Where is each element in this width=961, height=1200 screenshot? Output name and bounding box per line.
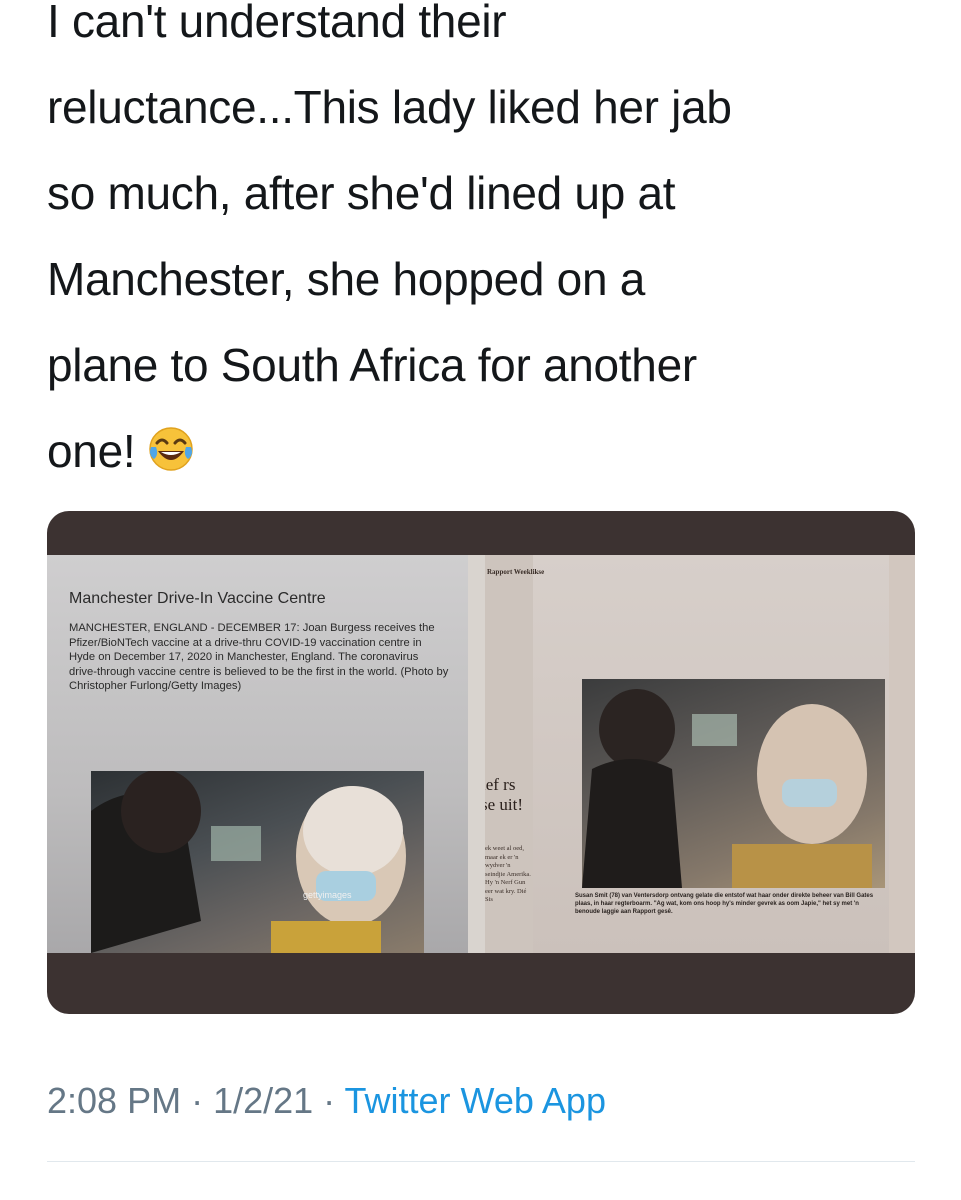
getty-screenshot-image: Manchester Drive-In Vaccine Centre MANCH… (47, 555, 468, 953)
image-title: Manchester Drive-In Vaccine Centre (69, 590, 326, 607)
tweet-line: Manchester, she hopped on a (47, 253, 646, 305)
source-app-link[interactable]: Twitter Web App (345, 1080, 606, 1121)
tweet-line: one! (47, 425, 136, 477)
tweet-line-last: one! (47, 408, 927, 500)
vaccination-photo: gettyimages (91, 771, 424, 953)
tweet-line: reluctance...This lady liked her jab (47, 81, 732, 133)
tweet-time[interactable]: 2:08 PM (47, 1080, 181, 1121)
meta-separator: · (313, 1080, 345, 1121)
image-caption: MANCHESTER, ENGLAND - DECEMBER 17: Joan … (69, 622, 449, 692)
newspaper-masthead: Rapport Weeklikse (487, 568, 545, 576)
newspaper-vaccination-photo (582, 679, 885, 888)
tweet-media-card[interactable]: Manchester Drive-In Vaccine Centre MANCH… (47, 511, 915, 1014)
newspaper-caption: Susan Smit (78) van Ventersdorp ontvang … (575, 893, 874, 915)
tweet-line: plane to South Africa for another (47, 339, 697, 391)
newspaper-headline: ief rs se uit! (485, 775, 524, 814)
image-divider (468, 555, 485, 953)
newspaper-column-text: ek weet al oed, maar ek er 'n wydver 'n … (485, 845, 531, 903)
newspaper-right-column (889, 555, 915, 953)
newspaper-photo-image: Rapport Weeklikse ief rs se uit! ek weet… (485, 555, 915, 953)
newspaper-column: Rapport Weeklikse ief rs se uit! ek weet… (485, 555, 544, 953)
tweet-line: I can't understand their (47, 0, 507, 47)
tweet-text: I can't understand their reluctance...Th… (47, 0, 927, 500)
tweet-timestamp: 2:08 PM · 1/2/21 · Twitter Web App (47, 1080, 606, 1122)
face-with-tears-of-joy-icon (147, 414, 195, 500)
getty-watermark: gettyimages (303, 890, 352, 900)
meta-separator: · (181, 1080, 214, 1121)
divider (47, 1161, 915, 1162)
tweet-date[interactable]: 1/2/21 (213, 1080, 313, 1121)
tweet-line: so much, after she'd lined up at (47, 167, 676, 219)
